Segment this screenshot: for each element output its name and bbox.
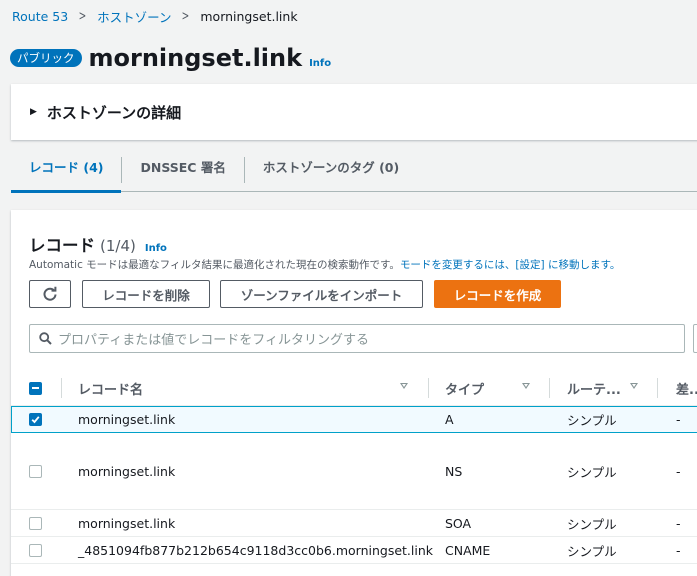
page-header: パブリック morningset.link Info — [10, 44, 331, 72]
row-checkbox[interactable] — [29, 407, 42, 432]
records-header: レコード (1/4) Info — [29, 232, 167, 256]
column-divider — [61, 378, 62, 398]
page-title: morningset.link — [88, 44, 303, 72]
record-diff: - — [676, 515, 681, 531]
sort-icon[interactable] — [630, 383, 638, 389]
public-badge: パブリック — [10, 49, 82, 67]
column-divider — [657, 378, 658, 398]
table-row[interactable]: morningset.link SOA シンプル - — [11, 510, 697, 537]
tab-records[interactable]: レコード (4) — [11, 148, 122, 193]
search-placeholder: プロパティまたは値でレコードをフィルタリングする — [58, 333, 369, 348]
breadcrumb-route53[interactable]: Route 53 — [12, 9, 68, 24]
hosted-zone-details-expander[interactable]: ▶ ホストゾーンの詳細 — [11, 84, 697, 140]
breadcrumb-separator: > — [182, 8, 190, 24]
record-routing: シンプル — [567, 413, 617, 428]
records-count: (1/4) — [100, 237, 136, 255]
records-description: Automatic モードは最適なフィルタ結果に最適化された現在の検索動作です。… — [29, 257, 620, 272]
sort-icon[interactable] — [522, 383, 530, 389]
settings-link[interactable]: モードを変更するには、[設定] に移動します。 — [400, 259, 620, 271]
record-name: morningset.link — [78, 515, 176, 531]
search-input[interactable]: プロパティまたは値でレコードをフィルタリングする — [29, 324, 685, 353]
record-type: NS — [445, 463, 463, 479]
breadcrumb-current: morningset.link — [200, 8, 298, 24]
records-title: レコード — [29, 236, 95, 255]
create-record-button[interactable]: レコードを作成 — [434, 280, 561, 308]
record-type: A — [445, 412, 454, 427]
column-header-type[interactable]: タイプ — [445, 370, 484, 406]
description-text: Automatic モードは最適なフィルタ結果に最適化された現在の検索動作です。 — [29, 259, 400, 271]
tab-dnssec[interactable]: DNSSEC 署名 — [122, 148, 243, 192]
row-checkbox[interactable] — [29, 537, 42, 563]
table-header: レコード名 タイプ ルーテ... 差... — [11, 370, 697, 406]
record-name: morningset.link — [78, 412, 176, 427]
record-type: CNAME — [445, 542, 491, 558]
sort-icon[interactable] — [400, 383, 408, 389]
select-all-checkbox[interactable] — [29, 370, 42, 406]
details-title: ホストゾーンの詳細 — [46, 103, 182, 122]
record-diff: - — [676, 412, 681, 427]
indeterminate-checkbox-icon — [29, 381, 42, 395]
records-info-link[interactable]: Info — [145, 243, 167, 254]
column-divider — [428, 378, 429, 398]
delete-record-button[interactable]: レコードを削除 — [82, 280, 210, 308]
search-icon — [39, 332, 52, 345]
records-panel: レコード (1/4) Info Automatic モードは最適なフィルタ結果に… — [11, 210, 697, 576]
refresh-button[interactable] — [29, 280, 71, 308]
tab-tags[interactable]: ホストゾーンのタグ (0) — [245, 148, 417, 192]
record-routing: シンプル — [567, 516, 617, 532]
refresh-icon — [43, 286, 57, 301]
table-row[interactable]: _4851094fb877b212b654c9118d3cc0b6.mornin… — [11, 537, 697, 564]
record-name: _4851094fb877b212b654c9118d3cc0b6.mornin… — [78, 542, 434, 558]
record-routing: シンプル — [567, 464, 617, 480]
checkbox-icon — [29, 516, 42, 530]
table-row[interactable]: morningset.link NS シンプル - — [11, 433, 697, 510]
record-diff: - — [676, 463, 681, 479]
column-header-record-name[interactable]: レコード名 — [78, 370, 143, 406]
info-link[interactable]: Info — [309, 58, 331, 69]
import-zone-file-button[interactable]: ゾーンファイルをインポート — [220, 280, 423, 308]
row-checkbox[interactable] — [29, 433, 42, 509]
breadcrumb: Route 53 > ホストゾーン > morningset.link — [12, 7, 298, 25]
record-routing: シンプル — [567, 543, 617, 559]
record-type: SOA — [445, 515, 472, 531]
checkbox-checked-icon — [29, 413, 42, 426]
tab-bar: レコード (4) DNSSEC 署名 ホストゾーンのタグ (0) — [11, 148, 697, 193]
checkbox-icon — [29, 543, 42, 557]
column-divider — [549, 378, 550, 398]
breadcrumb-separator: > — [78, 8, 87, 24]
row-checkbox[interactable] — [29, 510, 42, 536]
record-name: morningset.link — [78, 463, 176, 479]
column-header-routing[interactable]: ルーテ... — [567, 370, 621, 406]
checkbox-icon — [29, 464, 42, 478]
table-row[interactable]: morningset.link A シンプル - — [11, 406, 697, 433]
record-diff: - — [676, 542, 681, 558]
breadcrumb-hosted-zones[interactable]: ホストゾーン — [97, 7, 171, 26]
caret-right-icon: ▶ — [30, 107, 37, 117]
property-filter-dropdown[interactable] — [693, 324, 697, 353]
column-header-diff[interactable]: 差... — [676, 370, 697, 406]
